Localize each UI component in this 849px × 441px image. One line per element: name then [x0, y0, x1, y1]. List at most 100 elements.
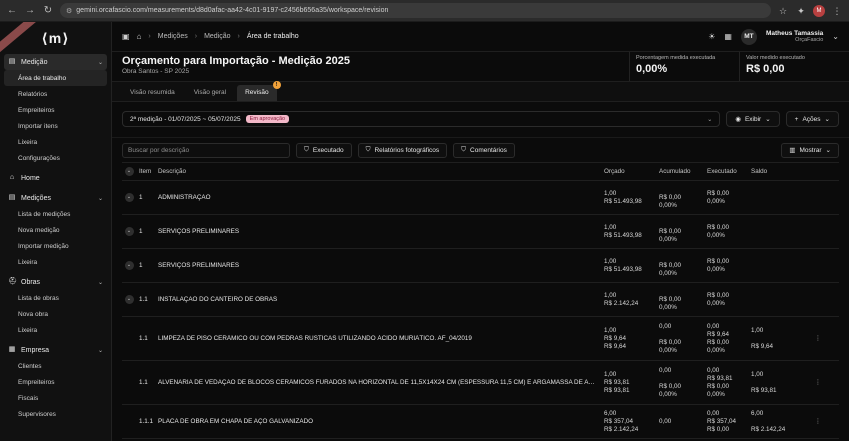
- sidebar-item[interactable]: Empreiteiros: [4, 374, 107, 390]
- sidebar-item[interactable]: Lista de obras: [4, 290, 107, 306]
- breadcrumb-2[interactable]: Medição: [204, 33, 230, 40]
- budget-cell: 1,00 R$ 51.493,98: [604, 258, 642, 273]
- period-bar: 2ª medição - 01/07/2025 ~ 05/07/2025 Em …: [112, 107, 849, 131]
- sidebar-group-medição[interactable]: ▤ Medição ⌄: [4, 54, 107, 70]
- balance-cell: 1,00 R$ 93,81: [751, 371, 777, 394]
- sidebar-item[interactable]: Lixeira: [4, 134, 107, 150]
- expand-row-icon[interactable]: ⌄: [124, 227, 134, 236]
- sidebar-item[interactable]: Empreiteiros: [4, 102, 107, 118]
- table-row[interactable]: ⌄ 1.1 INSTALAÇÃO DO CANTEIRO DE OBRAS 1,00 R…: [122, 283, 839, 317]
- row-menu-icon[interactable]: ⋮: [815, 335, 821, 342]
- budget-cell: 1,00 R$ 93,81 R$ 93,81: [604, 371, 630, 394]
- accumulated-cell: 0,00: [659, 418, 672, 425]
- sidebar-group-empresa[interactable]: ▦ Empresa ⌄: [4, 342, 107, 358]
- filter-bar: ⛉ Executado ⛉ Relatórios fotográficos ⛉ …: [112, 137, 849, 159]
- user-info[interactable]: Matheus Tamassia OrçaFascio: [766, 30, 823, 43]
- executed-cell: R$ 0,00 0,00%: [707, 224, 730, 239]
- sidebar: ⟨m⟩ ▤ Medição ⌄ Área de trabalho Relatórios E…: [0, 22, 112, 441]
- apps-grid-icon[interactable]: ▦: [724, 32, 732, 41]
- browser-menu-icon[interactable]: ⋮: [831, 5, 843, 17]
- accumulated-cell: R$ 0,00 0,00%: [659, 228, 682, 243]
- col-budget[interactable]: Orçado: [604, 168, 659, 175]
- tab-summary[interactable]: Visão resumida: [122, 85, 183, 101]
- sidebar-item[interactable]: Lixeira: [4, 322, 107, 338]
- table-row[interactable]: ⌄ 1 SERVIÇOS PRELIMINARES 1,00 R$ 51.493,98 …: [122, 215, 839, 249]
- expand-row-icon[interactable]: ⌄: [124, 295, 134, 304]
- sidebar-item[interactable]: Nova obra: [4, 306, 107, 322]
- col-accumulated[interactable]: Acumulado: [659, 168, 707, 175]
- actions-button[interactable]: + Ações ⌄: [785, 111, 839, 127]
- sidebar-item[interactable]: Supervisores: [4, 406, 107, 422]
- table-body: ⌄ 1 ADMINISTRAÇÃO 1,00 R$ 51.493,98 R$ 0,00 0…: [122, 181, 839, 439]
- show-columns-button[interactable]: ▥ Mostrar ⌄: [781, 142, 839, 158]
- table-row[interactable]: 1.1 ALVENARIA DE VEDAÇÃO DE BLOCOS CERÂMI…: [122, 361, 839, 405]
- browser-bar: ← → ↻ ⚙ gemini.orcafascio.com/measuremen…: [0, 0, 849, 22]
- col-executed[interactable]: Executado: [707, 168, 751, 175]
- table-row[interactable]: ⌄ 1 ADMINISTRAÇÃO 1,00 R$ 51.493,98 R$ 0,00 0…: [122, 181, 839, 215]
- forward-icon[interactable]: →: [24, 5, 36, 17]
- accumulated-cell: R$ 0,00 0,00%: [659, 194, 682, 209]
- topbar: ▣ ⌂ › Medições › Medição › Área de traba…: [112, 22, 849, 52]
- sidebar-toggle-icon[interactable]: ▣: [122, 32, 130, 41]
- user-avatar[interactable]: MT: [740, 28, 757, 45]
- breadcrumb-1[interactable]: Medições: [158, 33, 188, 40]
- home-icon: ⌂: [9, 174, 15, 181]
- chevron-down-icon: ⌄: [707, 116, 713, 123]
- col-item[interactable]: Item: [136, 168, 158, 175]
- sidebar-item[interactable]: Importar itens: [4, 118, 107, 134]
- back-icon[interactable]: ←: [6, 5, 18, 17]
- browser-profile-avatar[interactable]: M: [813, 4, 825, 17]
- sidebar-item[interactable]: Lista de medições: [4, 206, 107, 222]
- col-description[interactable]: Descrição: [158, 168, 604, 175]
- reload-icon[interactable]: ↻: [42, 5, 54, 17]
- main-content: ▣ ⌂ › Medições › Medição › Área de traba…: [112, 22, 849, 441]
- expand-all-icon[interactable]: ⌄: [124, 167, 134, 176]
- page-title: Orçamento para Importação - Medição 2025: [122, 55, 351, 67]
- sidebar-item[interactable]: Fiscais: [4, 390, 107, 406]
- sidebar-group-home[interactable]: ⌂ Home: [4, 170, 107, 186]
- executed-filter-button[interactable]: ⛉ Executado: [296, 142, 352, 158]
- address-bar[interactable]: ⚙ gemini.orcafascio.com/measurements/d8d…: [60, 3, 771, 18]
- row-menu-icon[interactable]: ⋮: [815, 418, 821, 425]
- chevron-down-icon[interactable]: ⌄: [832, 32, 839, 41]
- logo[interactable]: ⟨m⟩: [41, 30, 69, 47]
- star-icon[interactable]: ☆: [777, 5, 789, 17]
- theme-toggle-icon[interactable]: ☀: [708, 32, 715, 41]
- table-row[interactable]: 1.1 LIMPEZA DE PISO CERÂMICO OU COM PEDRA…: [122, 317, 839, 361]
- plus-icon: +: [794, 115, 799, 123]
- view-button[interactable]: ◉ Exibir ⌄: [726, 111, 780, 127]
- item-code: 1: [139, 194, 143, 201]
- sidebar-item[interactable]: Relatórios: [4, 86, 107, 102]
- tab-overview[interactable]: Visão geral: [186, 85, 234, 101]
- search-input[interactable]: [122, 142, 290, 158]
- sidebar-item[interactable]: Lixeira: [4, 254, 107, 270]
- sidebar-item[interactable]: Importar medição: [4, 238, 107, 254]
- sidebar-item[interactable]: Área de trabalho: [4, 70, 107, 86]
- table-row[interactable]: 1.1.1 PLACA DE OBRA EM CHAPA DE AÇO GALVA…: [122, 405, 839, 439]
- photo-reports-filter-button[interactable]: ⛉ Relatórios fotográficos: [357, 142, 448, 158]
- comments-filter-button[interactable]: ⛉ Comentários: [453, 142, 515, 158]
- tab-revision[interactable]: Revisão !: [237, 81, 281, 101]
- budget-cell: 1,00 R$ 2.142,24: [604, 292, 639, 307]
- expand-row-icon[interactable]: ⌄: [124, 193, 134, 202]
- sidebar-item[interactable]: Clientes: [4, 358, 107, 374]
- row-menu-icon[interactable]: ⋮: [815, 379, 821, 386]
- home-icon[interactable]: ⌂: [137, 32, 142, 41]
- chevron-down-icon: ⌄: [765, 116, 771, 123]
- tab-revision-label: Revisão: [245, 89, 269, 96]
- extensions-icon[interactable]: ✦: [795, 5, 807, 17]
- sidebar-item[interactable]: Configurações: [4, 150, 107, 166]
- balance-cell: 6,00 R$ 2.142,24: [751, 410, 786, 433]
- executed-cell: R$ 0,00 0,00%: [707, 292, 730, 307]
- period-select[interactable]: 2ª medição - 01/07/2025 ~ 05/07/2025 Em …: [122, 111, 721, 127]
- expand-row-icon[interactable]: ⌄: [124, 261, 134, 270]
- site-info-icon[interactable]: ⚙: [66, 7, 72, 15]
- sidebar-group-medições[interactable]: ▤ Medições ⌄: [4, 190, 107, 206]
- executed-cell: 0,00 R$ 9,64 R$ 0,00 0,00%: [707, 323, 730, 354]
- user-org: OrçaFascio: [795, 37, 824, 43]
- col-balance[interactable]: Saldo: [751, 168, 801, 175]
- accumulated-cell: 0,00 R$ 0,00 0,00%: [659, 323, 682, 354]
- table-row[interactable]: ⌄ 1 SERVIÇOS PRELIMINARES 1,00 R$ 51.493,98 …: [122, 249, 839, 283]
- sidebar-group-obras[interactable]: ⛑ Obras ⌄: [4, 274, 107, 290]
- sidebar-item[interactable]: Nova medição: [4, 222, 107, 238]
